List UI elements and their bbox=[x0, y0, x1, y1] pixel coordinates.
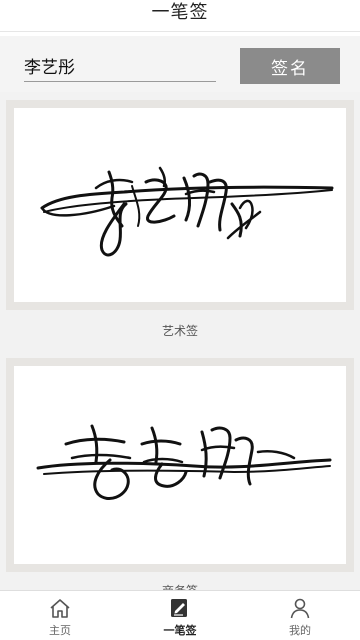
bottom-tab-bar: 主页 一笔签 我的 bbox=[0, 590, 360, 640]
signature-style-label-art: 艺术签 bbox=[161, 324, 198, 338]
signature-card-business[interactable] bbox=[6, 358, 354, 572]
signature-list[interactable]: 艺术签 bbox=[0, 92, 360, 590]
tab-home[interactable]: 主页 bbox=[0, 591, 120, 640]
signature-business-drawing bbox=[36, 424, 332, 500]
user-icon bbox=[290, 598, 310, 619]
signature-card-art[interactable] bbox=[6, 100, 354, 310]
signature-image-art bbox=[14, 108, 346, 302]
tab-home-label: 主页 bbox=[49, 624, 71, 637]
app-header: 一笔签 bbox=[0, 0, 360, 32]
name-input[interactable] bbox=[24, 50, 216, 82]
name-form: 签名 bbox=[0, 36, 360, 92]
signature-image-business bbox=[14, 366, 346, 564]
tab-profile[interactable]: 我的 bbox=[240, 591, 360, 640]
tab-signature[interactable]: 一笔签 bbox=[120, 591, 240, 640]
signature-art-drawing bbox=[40, 166, 334, 257]
tab-profile-label: 我的 bbox=[289, 624, 311, 637]
home-icon bbox=[50, 599, 70, 618]
tab-signature-label: 一笔签 bbox=[163, 624, 197, 637]
signature-style-label-business: 商务签 bbox=[0, 582, 360, 590]
signature-pen-icon bbox=[171, 599, 187, 617]
sign-button[interactable]: 签名 bbox=[240, 48, 340, 84]
page-title: 一笔签 bbox=[151, 2, 209, 23]
